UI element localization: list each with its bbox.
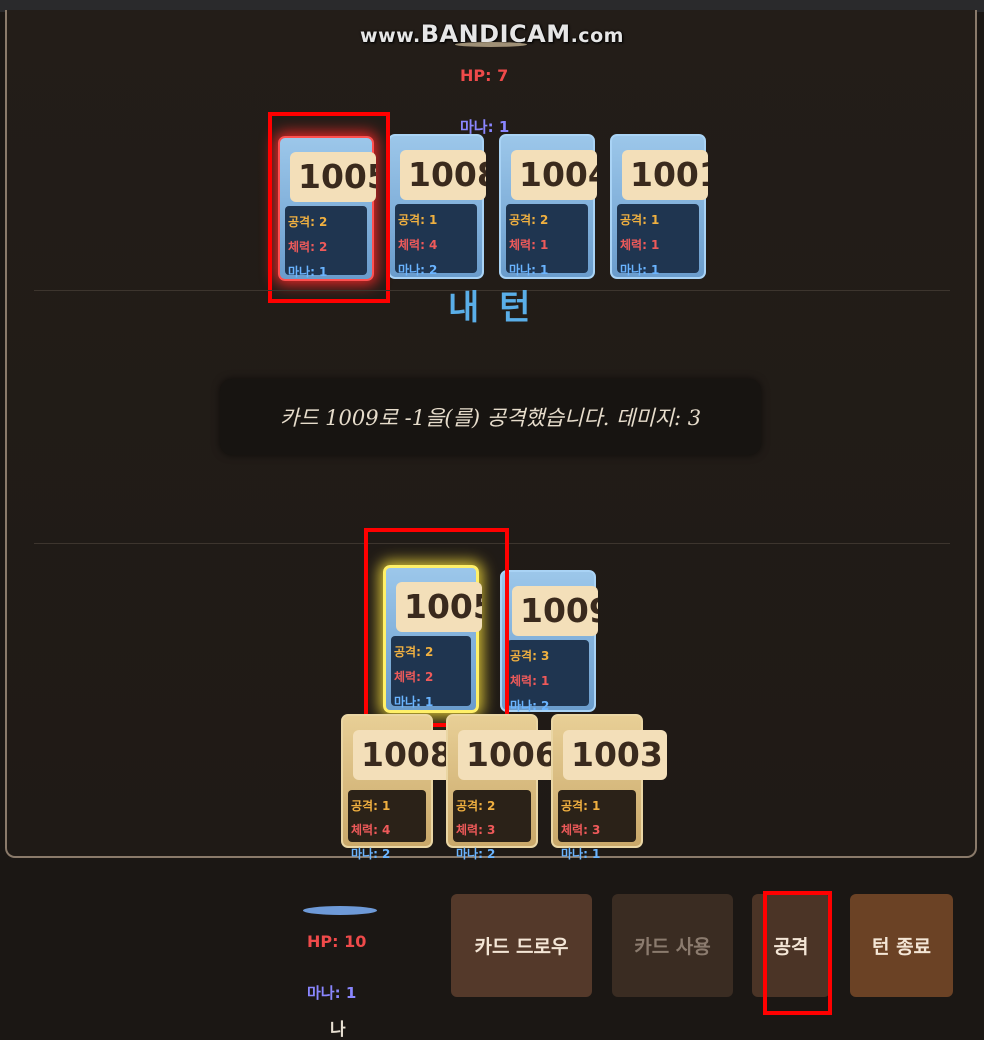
card-stats: 공격: 1 체력: 1 마나: 1 [617, 204, 699, 277]
card-mana: 마나: 1 [620, 263, 660, 277]
annotation-box-player-attacker [364, 528, 509, 727]
annotation-box-attack-button [763, 891, 832, 1015]
card-health: 체력: 4 [351, 823, 391, 837]
card-health: 체력: 1 [509, 238, 549, 252]
annotation-box-opponent-target [268, 112, 390, 303]
opponent-card-1001[interactable]: 1001 공격: 1 체력: 1 마나: 1 [610, 134, 708, 279]
hand-card-1008[interactable]: 1008 공격: 1 체력: 4 마나: 2 [341, 714, 457, 861]
card-attack: 공격: 1 [561, 799, 601, 813]
draw-card-button[interactable]: 카드 드로우 [451, 894, 592, 997]
opponent-card-1008[interactable]: 1008 공격: 1 체력: 4 마나: 2 [388, 134, 486, 279]
card-mana: 마나: 2 [456, 847, 496, 861]
hand-card-1006[interactable]: 1006 공격: 2 체력: 3 마나: 2 [446, 714, 562, 861]
card-health: 체력: 3 [561, 823, 601, 837]
card-id: 1006 [458, 730, 562, 780]
card-attack: 공격: 1 [398, 213, 438, 227]
card-stats: 공격: 2 체력: 1 마나: 1 [506, 204, 588, 277]
card-health: 체력: 3 [456, 823, 496, 837]
end-turn-button[interactable]: 턴 종료 [850, 894, 953, 997]
card-attack: 공격: 1 [351, 799, 391, 813]
card-health: 체력: 1 [620, 238, 660, 252]
card-mana: 마나: 2 [351, 847, 391, 861]
card-health: 체력: 1 [510, 674, 550, 688]
card-attack: 공격: 3 [510, 649, 550, 663]
player-avatar [303, 906, 377, 915]
card-id: 1004 [511, 150, 597, 200]
opponent-avatar [455, 42, 527, 47]
card-stats: 공격: 3 체력: 1 마나: 2 [507, 640, 589, 713]
player-mana: 마나: 1 [307, 984, 357, 1002]
card-id: 1008 [400, 150, 486, 200]
player-card-1009[interactable]: 1009 공격: 3 체력: 1 마나: 2 [500, 570, 598, 713]
card-stats: 공격: 1 체력: 4 마나: 2 [395, 204, 477, 277]
card-id: 1003 [563, 730, 667, 780]
hand-card-1003[interactable]: 1003 공격: 1 체력: 3 마나: 1 [551, 714, 667, 861]
card-id: 1008 [353, 730, 457, 780]
card-attack: 공격: 2 [456, 799, 496, 813]
card-stats: 공격: 2 체력: 3 마나: 2 [453, 790, 531, 861]
card-attack: 공격: 2 [509, 213, 549, 227]
card-id: 1001 [622, 150, 708, 200]
card-stats: 공격: 1 체력: 4 마나: 2 [348, 790, 426, 861]
use-card-button[interactable]: 카드 사용 [612, 894, 733, 997]
watermark-tld: .com [570, 25, 624, 47]
card-id: 1009 [512, 586, 598, 636]
card-health: 체력: 4 [398, 238, 438, 252]
turn-indicator: 내 턴 [448, 288, 535, 328]
card-mana: 마나: 1 [561, 847, 601, 861]
card-attack: 공격: 1 [620, 213, 660, 227]
card-stats: 공격: 1 체력: 3 마나: 1 [558, 790, 636, 861]
battle-log-message: 카드 1009로 -1을(를) 공격했습니다. 데미지: 3 [220, 379, 761, 455]
watermark-www: www. [360, 25, 421, 47]
opponent-hp: HP: 7 [460, 66, 509, 85]
player-hp: HP: 10 [307, 932, 367, 951]
player-name-label: 나 [330, 1020, 346, 1040]
opponent-card-1004[interactable]: 1004 공격: 2 체력: 1 마나: 1 [499, 134, 597, 279]
